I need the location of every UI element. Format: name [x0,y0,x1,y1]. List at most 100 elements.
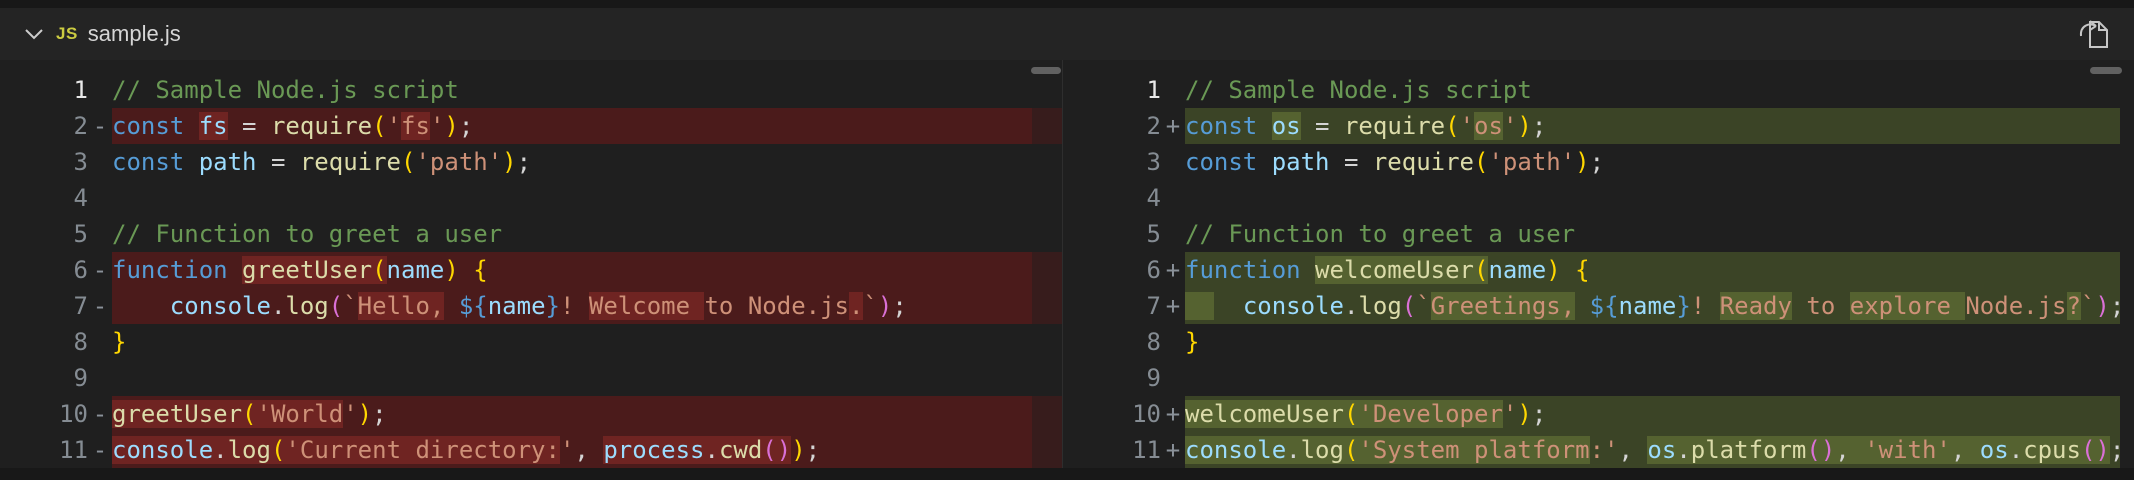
token: 'Current directory: [285,436,560,464]
token: ! [1691,292,1720,320]
token [112,292,170,320]
go-to-file-button[interactable] [2074,14,2114,54]
token: ( [372,256,386,284]
token: greetUser [112,400,242,428]
token: ; [1532,400,1546,428]
token: ${ [1590,292,1619,320]
code-text: const path = require('path'); [112,144,1062,180]
chevron-down-icon [23,27,45,41]
token [228,256,242,284]
token: console [112,436,213,464]
token: fs [199,112,228,140]
code-text [112,360,1062,396]
token: ; [372,400,386,428]
token: . [2009,436,2023,464]
token: } [112,328,126,356]
token: () [762,436,791,464]
token: :' [1590,436,1619,464]
token: // Sample Node.js script [1185,76,1532,104]
line-number: 7 [0,288,88,324]
diff-pane-modified[interactable]: 1// Sample Node.js script2+const os = re… [1063,60,2134,468]
token: log [1301,436,1344,464]
token: ; [1532,112,1546,140]
token: ( [1344,400,1358,428]
token: () [1806,436,1835,464]
token: name [1488,256,1546,284]
diff-marker: - [88,432,112,468]
token: 'with' [1864,436,1951,464]
code-text: function welcomeUser(name) { [1185,252,2120,288]
token: // Function to greet a user [112,220,502,248]
diff-marker [1161,324,1185,360]
line-number: 6 [1063,252,1161,288]
code-line-right-4: 4 [1063,180,2134,216]
code-text [1185,180,2120,216]
token: ( [1474,256,1488,284]
diff-marker: - [88,396,112,432]
token: // Sample Node.js script [112,76,459,104]
token: ) [1517,400,1531,428]
token: Greetings, [1431,292,1576,320]
code-text: function greetUser(name) { [112,252,1062,288]
token: platform [1691,436,1807,464]
token: const [112,148,184,176]
diff-marker [88,216,112,252]
token: ( [372,112,386,140]
diff-marker [1161,360,1185,396]
token: . [213,436,227,464]
token: greetUser [242,256,372,284]
diff-marker [88,324,112,360]
token [459,256,473,284]
token: { [1575,256,1589,284]
token: ' [560,436,574,464]
token: ) [444,256,458,284]
token: ( [1402,292,1416,320]
code-line-right-3: 3const path = require('path'); [1063,144,2134,180]
token: ; [2110,436,2120,464]
code-line-left-10: 10-greetUser('World'); [0,396,1062,432]
token: ( [329,292,343,320]
token: to [1792,292,1850,320]
token: Hello, [358,292,445,320]
token: , [574,436,603,464]
token: console [1185,436,1286,464]
diff-marker [1161,216,1185,252]
token: ' [1503,400,1517,428]
token: ) [2095,292,2109,320]
token: Node.js [1965,292,2066,320]
token: . [704,436,718,464]
token: ` [343,292,357,320]
token: // Function to greet a user [1185,220,1575,248]
collapse-button[interactable] [20,20,48,48]
side-by-side-diff: 1// Sample Node.js script2-const fs = re… [0,60,2134,468]
line-number: 3 [1063,144,1161,180]
diff-marker: + [1161,396,1185,432]
token: . [271,292,285,320]
token: } [1676,292,1690,320]
diff-pane-original[interactable]: 1// Sample Node.js script2-const fs = re… [0,60,1063,468]
code-text: welcomeUser('Developer'); [1185,396,2120,432]
token: ${ [459,292,488,320]
code-line-right-8: 8} [1063,324,2134,360]
code-text: } [1185,324,2120,360]
token: ; [2110,292,2120,320]
code-line-left-5: 5// Function to greet a user [0,216,1062,252]
token: ; [459,112,473,140]
token: explore [1850,292,1966,320]
line-number: 8 [0,324,88,360]
token: ( [242,400,256,428]
token: ' [1460,112,1474,140]
diff-marker: - [88,252,112,288]
peek-header: JS sample.js [0,8,2134,60]
token: 'System platform [1358,436,1589,464]
line-number: 7 [1063,288,1161,324]
code-text: // Function to greet a user [1185,216,2120,252]
left-scrollbar-slider[interactable] [1031,67,1061,74]
right-scrollbar-slider[interactable] [2090,67,2122,74]
code-line-left-6: 6-function greetUser(name) { [0,252,1062,288]
token: console [1243,292,1344,320]
token: os [1647,436,1676,464]
code-line-right-11: 11+console.log('System platform:', os.pl… [1063,432,2134,468]
token [1257,148,1271,176]
left-scrollbar-track[interactable] [1032,60,1062,468]
